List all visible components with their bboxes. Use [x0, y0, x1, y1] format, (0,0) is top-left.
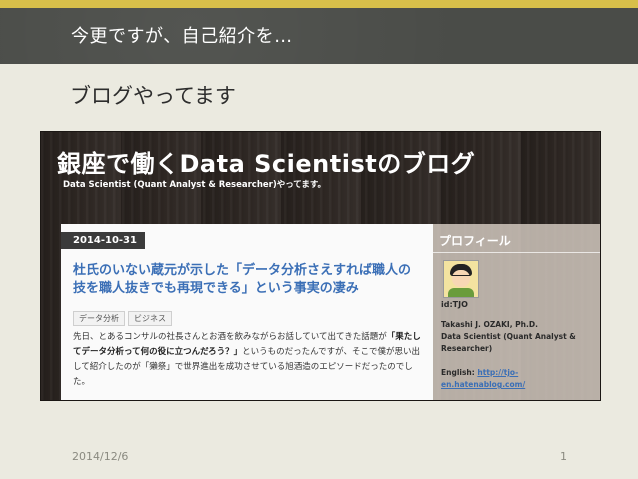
profile-english: English: http://tjo-en.hatenablog.com/	[441, 367, 599, 391]
slide-header: 今更ですが、自己紹介を…	[0, 8, 638, 64]
post-body-text: 先日、とあるコンサルの社長さんとお酒を飲みながらお話していて出てきた話題が	[73, 332, 387, 342]
profile-heading: プロフィール	[439, 234, 511, 248]
post-tag[interactable]: データ分析	[73, 311, 125, 326]
slide-subtitle: ブログやってます	[70, 84, 236, 108]
profile-info: Takashi J. OZAKI, Ph.D. Data Scientist (…	[441, 319, 599, 355]
profile-divider	[433, 252, 600, 253]
slide-date: 2014/12/6	[72, 450, 129, 463]
blog-description: Data Scientist (Quant Analyst & Research…	[63, 180, 327, 190]
slide-title: 今更ですが、自己紹介を…	[71, 26, 293, 47]
post-date[interactable]: 2014-10-31	[61, 232, 145, 249]
blog-title[interactable]: 銀座で働くData Scientistのブログ	[57, 144, 475, 179]
post-title[interactable]: 杜氏のいない蔵元が示した「データ分析さえすれば職人の技を職人抜きでも再現できる」…	[73, 262, 423, 298]
avatar-glasses	[452, 275, 470, 281]
post-tag[interactable]: ビジネス	[128, 311, 172, 326]
avatar-shirt	[448, 288, 474, 297]
post-tags: データ分析 ビジネス	[73, 306, 175, 326]
profile-name: Takashi J. OZAKI, Ph.D.	[441, 320, 538, 329]
slide-page-number: 1	[560, 450, 567, 463]
blog-post: 2014-10-31 杜氏のいない蔵元が示した「データ分析さえすれば職人の技を職…	[61, 224, 433, 400]
profile-role: Data Scientist (Quant Analyst & Research…	[441, 332, 576, 353]
post-body: 先日、とあるコンサルの社長さんとお酒を飲みながらお話していて出てきた話題が「果た…	[73, 330, 425, 390]
avatar[interactable]	[443, 260, 479, 298]
profile-english-label: English:	[441, 368, 475, 377]
slide-accent-bar	[0, 0, 638, 8]
blog-screenshot: 銀座で働くData Scientistのブログ Data Scientist (…	[40, 131, 601, 401]
profile-id[interactable]: id:TJO	[441, 300, 468, 309]
blog-sidebar: プロフィール id:TJO Takashi J. OZAKI, Ph.D. Da…	[433, 224, 600, 400]
